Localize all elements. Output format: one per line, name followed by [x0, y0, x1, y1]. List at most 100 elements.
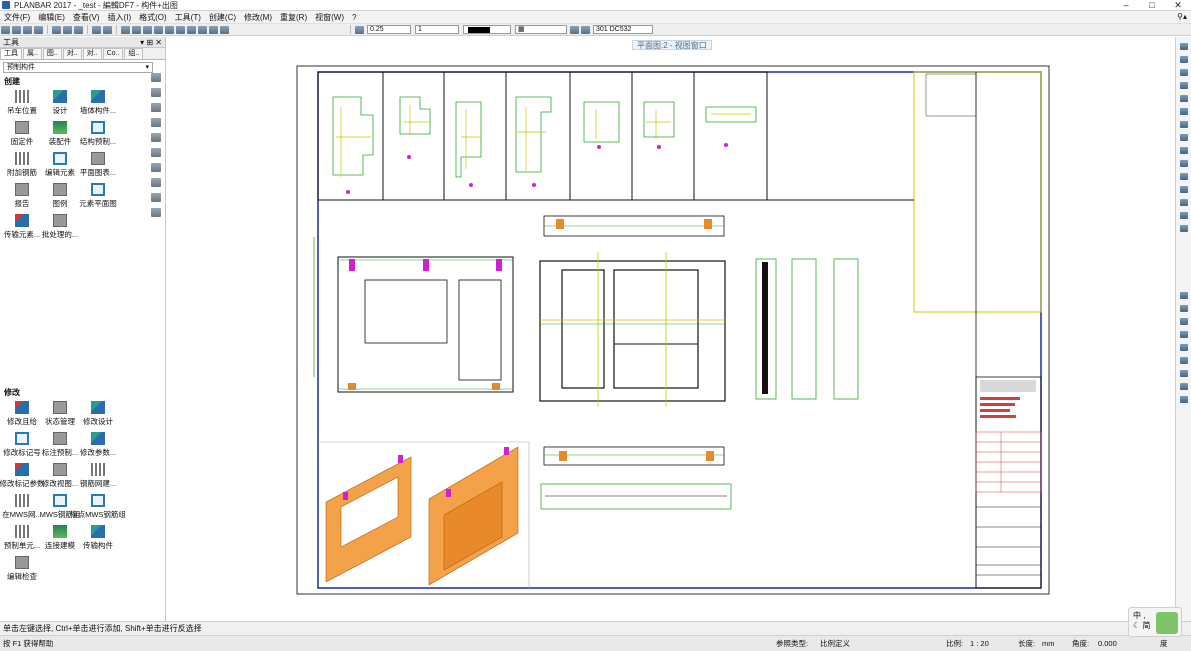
tool-edit-check[interactable]: 编辑检查 [3, 556, 41, 585]
ref-type-value[interactable]: 比例定义 [820, 637, 850, 651]
tool-spacer-6[interactable] [117, 432, 155, 461]
tool-legend[interactable]: 图例 [41, 183, 79, 212]
tool-transfer-component[interactable]: 传输构件 [79, 525, 117, 554]
tool-point-mws-group[interactable]: 指点MWS钢筋组 [70, 494, 126, 523]
tool-modify-mark[interactable]: 修改标记号 [3, 432, 41, 461]
right-tool-8-icon[interactable] [1179, 134, 1188, 141]
user-icon[interactable]: ⚲▴ [1177, 12, 1187, 21]
tool-precast-unit[interactable]: 预制单元... [3, 525, 41, 554]
tool-spacer-3[interactable] [117, 152, 155, 181]
paste-icon[interactable] [74, 25, 83, 34]
hatch-select[interactable]: ▦ [515, 25, 567, 34]
right-tool-20-icon[interactable] [1179, 344, 1188, 351]
layer-status-icon[interactable] [570, 25, 579, 34]
right-tool-11-icon[interactable] [1179, 173, 1188, 180]
length-value[interactable]: mm [1042, 637, 1055, 651]
right-tool-16-icon[interactable] [1179, 292, 1188, 299]
tool-crane-position[interactable]: 吊车位置 [3, 90, 41, 119]
right-tool-13-icon[interactable] [1179, 199, 1188, 206]
drawing-canvas[interactable] [166, 37, 1175, 621]
pen-select[interactable]: 0.25 [367, 25, 411, 34]
side-tool-3-icon[interactable] [151, 103, 161, 112]
tool-dimension-precast[interactable]: 标注预制... [41, 432, 79, 461]
menu-window[interactable]: 视窗(W) [311, 12, 348, 23]
tool-spacer-9[interactable] [117, 525, 155, 554]
right-tool-21-icon[interactable] [1179, 357, 1188, 364]
side-tool-8-icon[interactable] [151, 178, 161, 187]
side-tool-6-icon[interactable] [151, 148, 161, 157]
tool-plan-table[interactable]: 平面图表... [79, 152, 117, 181]
copy-icon[interactable] [63, 25, 72, 34]
tool-spacer-5[interactable] [117, 401, 155, 430]
tab-connect[interactable]: Co.. [102, 48, 124, 59]
tool-modify-link[interactable]: 修改且给 [3, 401, 41, 430]
right-tool-4-icon[interactable] [1179, 82, 1188, 89]
menu-view[interactable]: 查看(V) [69, 12, 104, 23]
tool-mws-mesh[interactable]: 在MWS网... [2, 494, 42, 523]
tool-transfer-element[interactable]: 传输元素... [3, 214, 41, 243]
tool-batch-process[interactable]: 批处理的... [41, 214, 79, 243]
right-tool-5-icon[interactable] [1179, 95, 1188, 102]
close-icon[interactable]: ✕ [1165, 0, 1191, 11]
tool-additional-rebar[interactable]: 附加钢筋 [3, 152, 41, 181]
right-tool-14-icon[interactable] [1179, 212, 1188, 219]
tool-wall-element[interactable]: 墙体构件... [79, 90, 117, 119]
right-tool-3-icon[interactable] [1179, 69, 1188, 76]
cut-icon[interactable] [52, 25, 61, 34]
menu-tools[interactable]: 工具(T) [171, 12, 205, 23]
tool-edit-element[interactable]: 编辑元素 [41, 152, 79, 181]
tool-modify-view[interactable]: 修改视图... [41, 463, 79, 492]
color-select[interactable] [463, 25, 511, 34]
tool-fixture[interactable]: 固定件 [3, 121, 41, 150]
tool-modify-design[interactable]: 修改设计 [79, 401, 117, 430]
tool-mesh-build[interactable]: 钢筋网建... [79, 463, 117, 492]
side-tool-5-icon[interactable] [151, 133, 161, 142]
open-icon[interactable] [12, 25, 21, 34]
tool-design[interactable]: 设计 [41, 90, 79, 119]
side-tool-7-icon[interactable] [151, 163, 161, 172]
grid-icon[interactable] [176, 25, 185, 34]
side-tool-4-icon[interactable] [151, 118, 161, 127]
tool-modify-params[interactable]: 修改参数... [79, 432, 117, 461]
line-select[interactable]: 1 [415, 25, 459, 34]
tab-tools[interactable]: 工具 [0, 48, 22, 59]
undo-icon[interactable] [92, 25, 101, 34]
right-tool-15-icon[interactable] [1179, 225, 1188, 232]
tool-report[interactable]: 报告 [3, 183, 41, 212]
maximize-icon[interactable]: □ [1139, 0, 1165, 11]
side-tool-10-icon[interactable] [151, 208, 161, 217]
menu-modify[interactable]: 修改(M) [240, 12, 276, 23]
menu-create[interactable]: 创建(C) [205, 12, 240, 23]
side-tool-2-icon[interactable] [151, 88, 161, 97]
layer-icon[interactable] [121, 25, 130, 34]
category-select[interactable]: 预制构件 ▾ [3, 62, 153, 73]
panel-controls[interactable]: ▾ ⊞ ✕ [140, 38, 162, 47]
redo-icon[interactable] [103, 25, 112, 34]
view-icon[interactable] [132, 25, 141, 34]
right-tool-6-icon[interactable] [1179, 108, 1188, 115]
minimize-icon[interactable]: – [1113, 0, 1139, 11]
right-tool-19-icon[interactable] [1179, 331, 1188, 338]
refresh-icon[interactable] [165, 25, 174, 34]
right-tool-1-icon[interactable] [1179, 43, 1188, 50]
scale-value[interactable]: 1 : 20 [970, 637, 989, 651]
right-tool-17-icon[interactable] [1179, 305, 1188, 312]
right-tool-23-icon[interactable] [1179, 383, 1188, 390]
tool-spacer[interactable] [117, 90, 155, 119]
tab-groups[interactable]: 组.. [124, 48, 144, 59]
side-tool-9-icon[interactable] [151, 193, 161, 202]
ime-widget[interactable]: 中 , ☾ 简 [1128, 607, 1182, 637]
menu-insert[interactable]: 插入(I) [104, 12, 136, 23]
right-tool-2-icon[interactable] [1179, 56, 1188, 63]
tab-objects-2[interactable]: 对.. [82, 48, 102, 59]
tool-status-manage[interactable]: 状态管理 [41, 401, 79, 430]
menu-help[interactable]: ? [348, 13, 360, 22]
right-tool-7-icon[interactable] [1179, 121, 1188, 128]
menu-file[interactable]: 文件(F) [0, 12, 34, 23]
right-tool-9-icon[interactable] [1179, 147, 1188, 154]
viewport-tab[interactable]: 平面图:2 - 视图窗口 [632, 40, 712, 50]
tool-spacer-2[interactable] [117, 121, 155, 150]
pen-icon[interactable] [355, 25, 364, 34]
tab-properties[interactable]: 属.. [23, 48, 42, 59]
tool-spacer-7[interactable] [117, 463, 155, 492]
